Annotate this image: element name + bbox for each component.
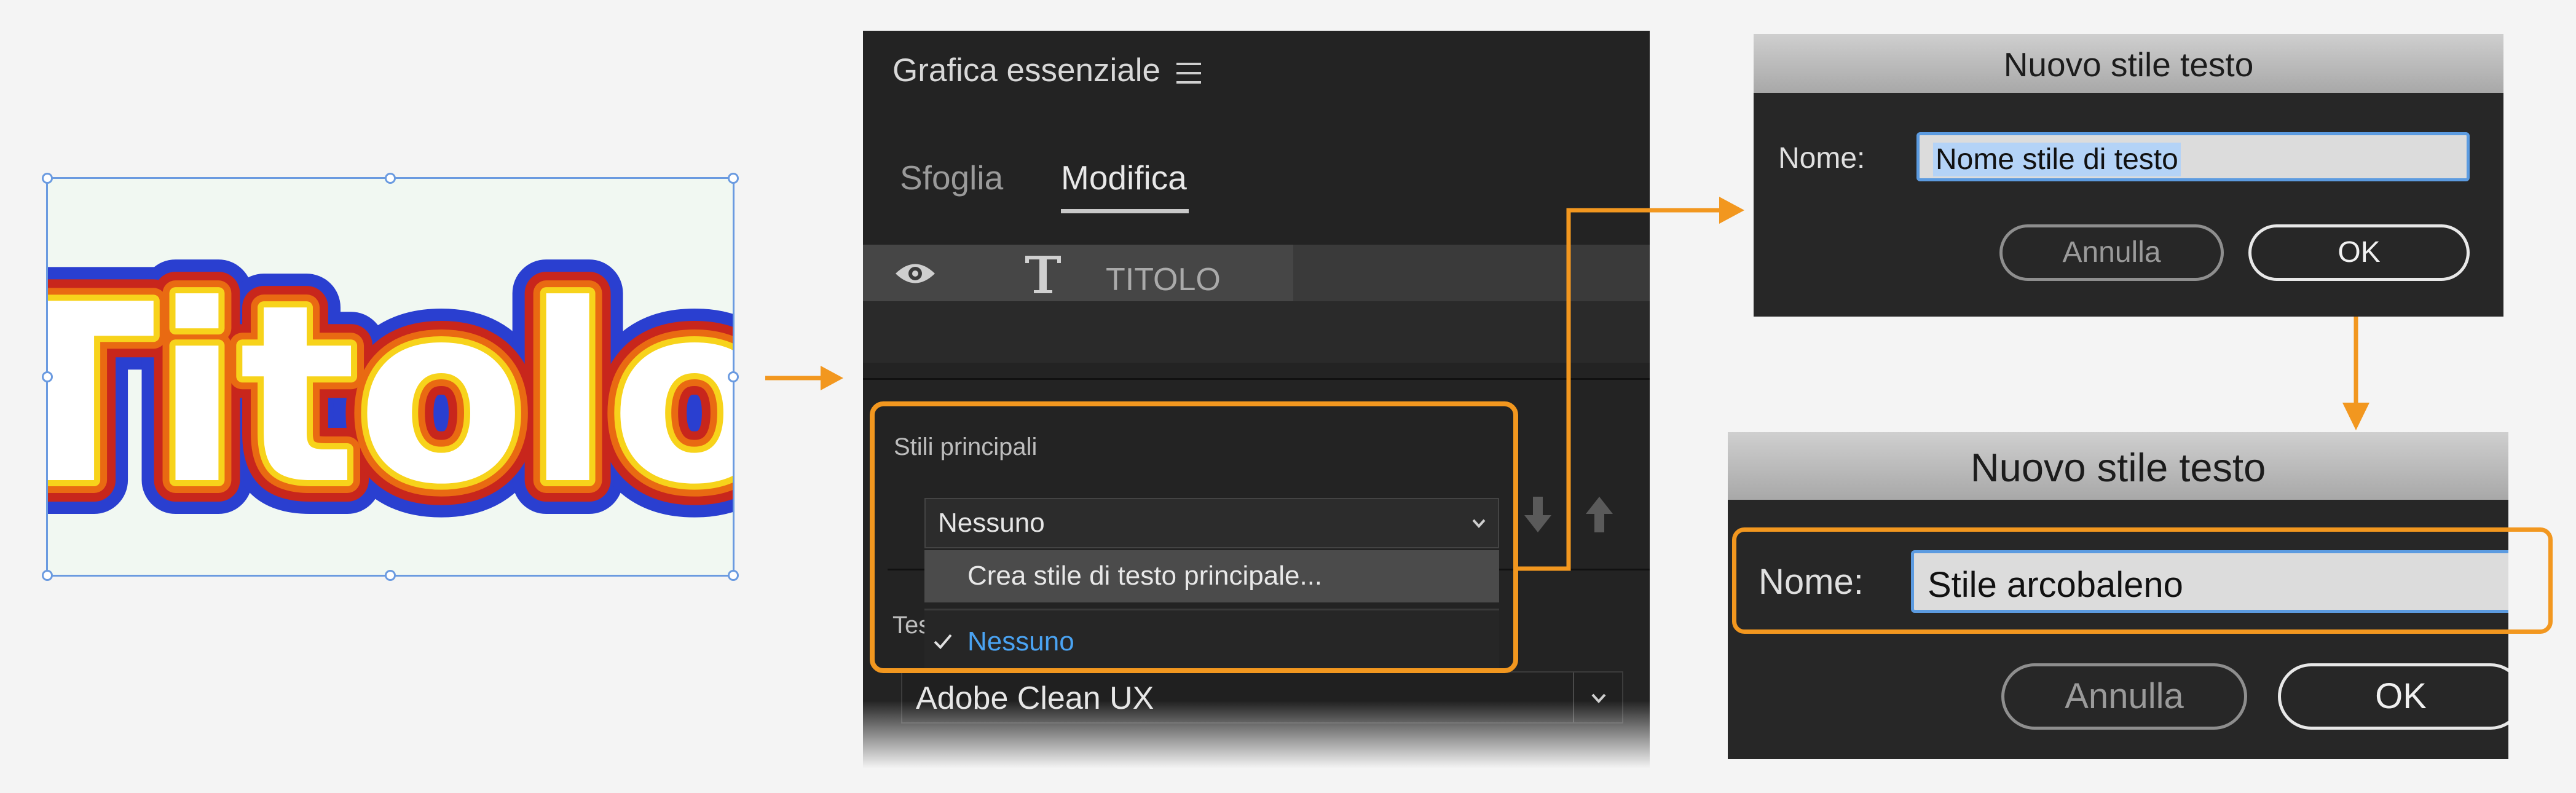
arrowhead-icon — [2342, 403, 2369, 430]
dialog-title: Nuovo stile testo — [1754, 34, 2503, 93]
connector-panel-to-dialog — [1518, 208, 1721, 571]
arrowhead-icon — [1719, 197, 1744, 224]
dialog-title: Nuovo stile testo — [1728, 432, 2508, 500]
name-label: Nome: — [1778, 142, 1865, 175]
style-name-field[interactable]: Nome stile di testo — [1916, 132, 2470, 181]
new-text-style-dialog: Nuovo stile testo Nome: Nome stile di te… — [1754, 34, 2503, 317]
arrowhead-icon — [821, 366, 843, 390]
cancel-button[interactable]: Annulla — [2001, 663, 2247, 730]
style-name-value: Nome stile di testo — [1933, 143, 2181, 176]
name-field-highlight — [1732, 527, 2553, 634]
ok-button[interactable]: OK — [2278, 663, 2508, 730]
ok-button[interactable]: OK — [2248, 224, 2470, 281]
cancel-button[interactable]: Annulla — [1999, 224, 2224, 281]
